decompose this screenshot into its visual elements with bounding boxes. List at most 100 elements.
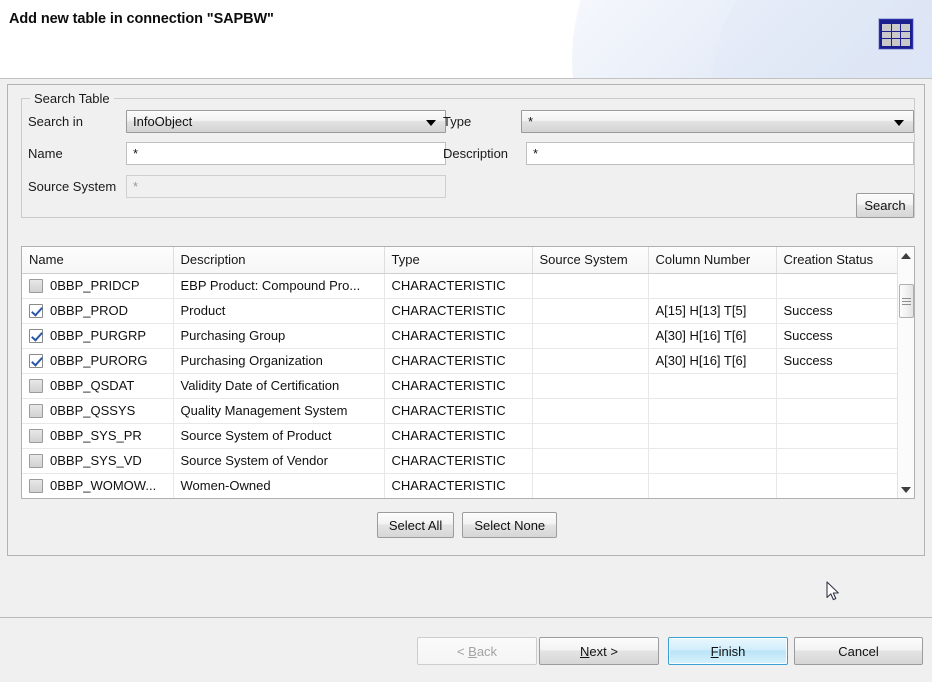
type-value: * (528, 115, 533, 128)
cell-description: Product (173, 298, 384, 323)
description-input[interactable]: * (526, 142, 914, 165)
row-name-label: 0BBP_PURORG (50, 353, 148, 368)
checkbox-unchecked[interactable] (29, 404, 43, 418)
cell-source-system (532, 323, 648, 348)
column-header-creation-status[interactable]: Creation Status (776, 247, 897, 273)
search-button[interactable]: Search (856, 193, 914, 218)
table-row[interactable]: 0BBP_PRODProductCHARACTERISTICA[15] H[13… (22, 298, 897, 323)
source-system-label: Source System (28, 179, 116, 194)
scrollbar-thumb[interactable] (899, 284, 914, 318)
results-table-container: Name Description Type Source System Colu… (21, 246, 915, 499)
cell-name[interactable]: 0BBP_PRIDCP (22, 273, 173, 298)
cell-source-system (532, 423, 648, 448)
source-system-input-value: * (133, 180, 138, 193)
cell-description: Source System of Vendor (173, 448, 384, 473)
cell-creation-status (776, 473, 897, 498)
cell-creation-status: Success (776, 323, 897, 348)
cell-type: CHARACTERISTIC (384, 423, 532, 448)
description-label: Description (443, 146, 508, 161)
search-button-label: Search (864, 198, 905, 213)
cell-name[interactable]: 0BBP_WOMOW... (22, 473, 173, 498)
cell-name[interactable]: 0BBP_QSDAT (22, 373, 173, 398)
checkbox-unchecked[interactable] (29, 429, 43, 443)
cell-source-system (532, 473, 648, 498)
name-input-value: * (133, 147, 138, 160)
type-dropdown[interactable]: * (521, 110, 914, 133)
table-row[interactable]: 0BBP_QSSYSQuality Management SystemCHARA… (22, 398, 897, 423)
select-all-label: Select All (389, 518, 442, 533)
cell-column-number (648, 273, 776, 298)
checkbox-unchecked[interactable] (29, 479, 43, 493)
column-header-type[interactable]: Type (384, 247, 532, 273)
cell-type: CHARACTERISTIC (384, 273, 532, 298)
table-row[interactable]: 0BBP_PURGRP Purchasing GroupCHARACTERISTI… (22, 323, 897, 348)
table-row[interactable] (22, 498, 897, 499)
table-row[interactable]: 0BBP_SYS_PRSource System of ProductCHARA… (22, 423, 897, 448)
cell-creation-status (776, 448, 897, 473)
cell-name[interactable]: 0BBP_SYS_VD (22, 448, 173, 473)
cell-creation-status (776, 373, 897, 398)
cell-name[interactable]: 0BBP_PURORG (22, 348, 173, 373)
cell-column-number: A[15] H[13] T[5] (648, 298, 776, 323)
checkbox-unchecked[interactable] (29, 454, 43, 468)
table-row[interactable]: 0BBP_QSDATValidity Date of Certification… (22, 373, 897, 398)
select-none-button[interactable]: Select None (462, 512, 557, 538)
cell-creation-status (776, 423, 897, 448)
cell-name[interactable]: 0BBP_PROD (22, 298, 173, 323)
table-row[interactable]: 0BBP_SYS_VDSource System of VendorCHARAC… (22, 448, 897, 473)
cell-name[interactable] (22, 498, 173, 499)
cell-creation-status (776, 498, 897, 499)
cell-type: CHARACTERISTIC (384, 323, 532, 348)
content-area: Search Table Search in InfoObject Type *… (0, 79, 932, 617)
back-button[interactable]: < Back (417, 637, 537, 665)
row-name-label: 0BBP_SYS_PR (50, 428, 142, 443)
column-header-column-number[interactable]: Column Number (648, 247, 776, 273)
source-system-input[interactable]: * (126, 175, 446, 198)
column-header-description[interactable]: Description (173, 247, 384, 273)
cell-column-number (648, 423, 776, 448)
cancel-button[interactable]: Cancel (794, 637, 923, 665)
table-row[interactable]: 0BBP_PURORGPurchasing OrganizationCHARAC… (22, 348, 897, 373)
scroll-up-icon[interactable] (898, 247, 914, 264)
cell-column-number (648, 373, 776, 398)
cell-name[interactable]: 0BBP_PURGRP (22, 323, 173, 348)
name-label: Name (28, 146, 63, 161)
cell-column-number (648, 473, 776, 498)
checkbox-checked[interactable] (29, 354, 43, 368)
checkbox-unchecked[interactable] (29, 379, 43, 393)
column-header-name[interactable]: Name (22, 247, 173, 273)
cell-description: Women-Owned (173, 473, 384, 498)
cell-description: Validity Date of Certification (173, 373, 384, 398)
cell-type (384, 498, 532, 499)
finish-button[interactable]: Finish (668, 637, 788, 665)
table-row[interactable]: 0BBP_WOMOW...Women-OwnedCHARACTERISTIC (22, 473, 897, 498)
select-none-label: Select None (474, 518, 545, 533)
cell-type: CHARACTERISTIC (384, 373, 532, 398)
search-in-dropdown[interactable]: InfoObject (126, 110, 446, 133)
cell-name[interactable]: 0BBP_SYS_PR (22, 423, 173, 448)
checkbox-unchecked[interactable] (29, 279, 43, 293)
table-row[interactable]: 0BBP_PRIDCPEBP Product: Compound Pro...C… (22, 273, 897, 298)
cell-name[interactable]: 0BBP_QSSYS (22, 398, 173, 423)
next-button[interactable]: Next > (539, 637, 659, 665)
wizard-footer: < Back Next > Finish Cancel (0, 618, 932, 682)
row-name-label: 0BBP_PURGRP (50, 328, 146, 343)
cell-source-system (532, 498, 648, 499)
cell-source-system (532, 448, 648, 473)
cell-creation-status: Success (776, 348, 897, 373)
cell-creation-status (776, 273, 897, 298)
scroll-down-icon[interactable] (898, 481, 914, 498)
cell-description (173, 498, 384, 499)
selection-button-row: Select All Select None (8, 512, 926, 538)
row-name-label: 0BBP_PROD (50, 303, 128, 318)
cell-creation-status: Success (776, 298, 897, 323)
cancel-button-label: Cancel (838, 644, 878, 659)
results-table-scrollbar[interactable] (897, 247, 914, 498)
select-all-button[interactable]: Select All (377, 512, 454, 538)
checkbox-checked[interactable] (29, 329, 43, 343)
checkbox-checked[interactable] (29, 304, 43, 318)
cell-description: Purchasing Group (173, 323, 384, 348)
name-input[interactable]: * (126, 142, 446, 165)
cell-column-number: A[30] H[16] T[6] (648, 348, 776, 373)
column-header-source-system[interactable]: Source System (532, 247, 648, 273)
